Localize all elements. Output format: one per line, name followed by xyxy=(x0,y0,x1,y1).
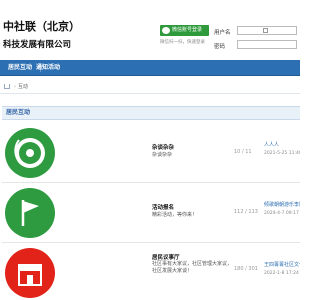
forum-title[interactable]: 居民议事厅 xyxy=(152,253,180,261)
forum-row: 活动报名 精彩活动，等你来！ 112 / 113 倾歌朝朝游乐李阳 2024-4… xyxy=(2,183,300,243)
flag-icon[interactable] xyxy=(5,188,55,238)
forum-post-count: 180 / 301 xyxy=(234,266,258,272)
wechat-hint: 微信扫一扫，快速登录 xyxy=(160,40,205,45)
forum-last-post: 王四菁菁社区文化 2022-1-8 17:24 g xyxy=(264,261,300,276)
divider xyxy=(0,93,300,94)
section-title[interactable]: 居民互动 xyxy=(2,106,300,120)
wechat-login-label: 微信账号登录 xyxy=(172,27,203,33)
wechat-login-button[interactable]: 微信账号登录 xyxy=(160,25,209,36)
forum-row: 居民议事厅 社区事有大家议，社区管理大家议，社区发展大家谈！ 180 / 301… xyxy=(2,243,300,300)
password-field[interactable] xyxy=(237,40,297,49)
remember-checkbox[interactable] xyxy=(263,28,268,33)
forum-post-count: 112 / 113 xyxy=(234,209,258,215)
password-label: 密码 xyxy=(214,44,226,50)
forum-description: 精彩活动，等你来！ xyxy=(152,212,198,218)
last-post-link[interactable]: 人人人 xyxy=(264,141,300,148)
breadcrumb: › 互动 xyxy=(4,83,28,90)
nav-item-residents[interactable]: 居民互动 xyxy=(8,60,42,76)
forum-description: 社区事有大家议，社区管理大家议，社区发展大家谈！ xyxy=(152,261,233,274)
home-icon[interactable] xyxy=(4,84,10,89)
forum-last-post: 人人人 2021-5-25 11:40 xyxy=(264,141,300,156)
logo-line1: 中社联（北京） xyxy=(3,20,80,33)
forum-row: 杂谈杂杂 杂谈杂杂 10 / 11 人人人 2021-5-25 11:40 xyxy=(2,123,300,183)
main-nav: 居民互动 通知活动 xyxy=(0,60,300,76)
shop-icon[interactable] xyxy=(5,248,55,298)
username-label: 用户名 xyxy=(214,30,231,36)
nav-item-notices[interactable]: 通知活动 xyxy=(36,60,60,76)
wechat-icon xyxy=(162,27,170,34)
last-post-link[interactable]: 王四菁菁社区文化 xyxy=(264,261,300,268)
logo-line2: 科技发展有限公司 xyxy=(3,40,72,50)
last-post-time: 2021-5-25 11:40 xyxy=(264,151,300,156)
forum-post-count: 10 / 11 xyxy=(234,149,252,155)
breadcrumb-current[interactable]: 互动 xyxy=(18,84,28,90)
last-post-time: 2022-1-8 17:24 g xyxy=(264,271,300,276)
site-logo[interactable]: 中社联（北京） 科技发展有限公司 xyxy=(3,18,80,50)
speaker-disc-icon[interactable] xyxy=(5,128,55,178)
last-post-time: 2024-4-7 09:17 k xyxy=(264,211,300,216)
forum-title[interactable]: 活动报名 xyxy=(152,203,174,211)
last-post-link[interactable]: 倾歌朝朝游乐李阳 xyxy=(264,201,300,208)
breadcrumb-separator: › xyxy=(14,84,16,90)
forum-description: 杂谈杂杂 xyxy=(152,152,173,158)
forum-title[interactable]: 杂谈杂杂 xyxy=(152,143,174,151)
forum-last-post: 倾歌朝朝游乐李阳 2024-4-7 09:17 k xyxy=(264,201,300,216)
